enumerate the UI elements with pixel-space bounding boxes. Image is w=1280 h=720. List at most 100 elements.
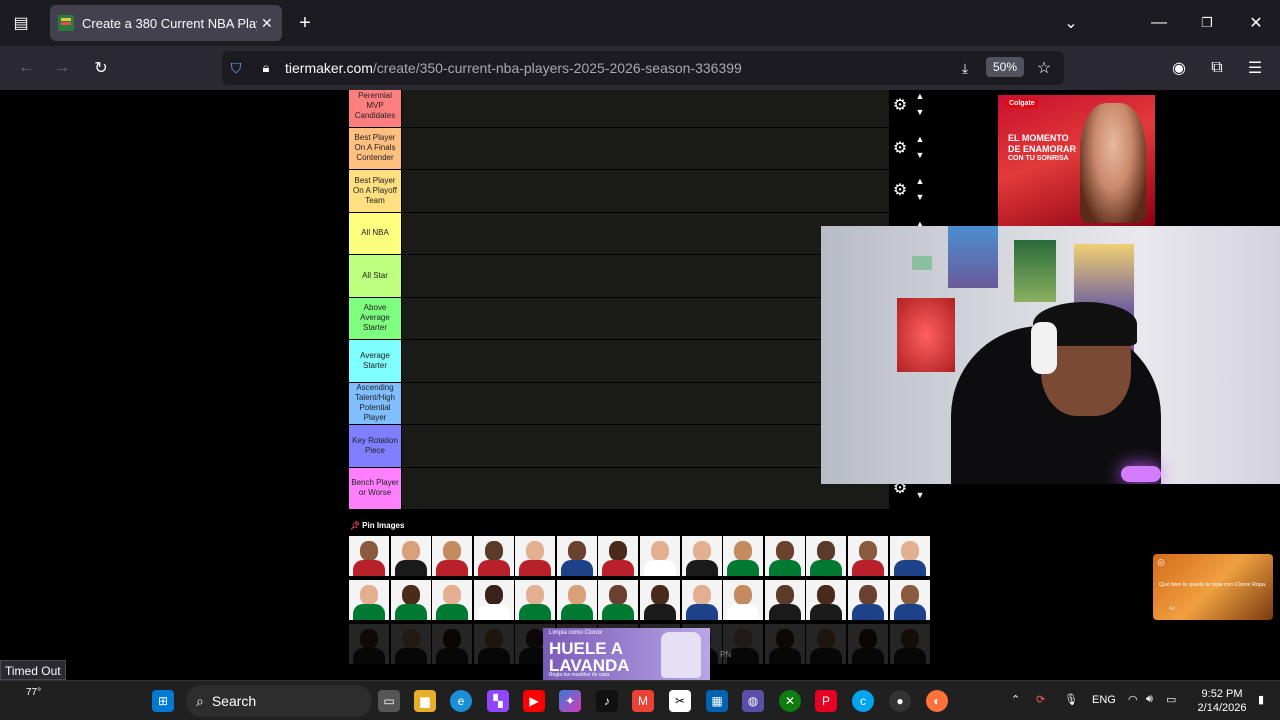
account-icon[interactable]: ◉ [1165, 54, 1193, 82]
language-indicator[interactable]: ENG [1092, 694, 1116, 706]
browser-app-icon[interactable]: c [852, 690, 874, 712]
microphone-icon[interactable]: 🎙︎ [1064, 693, 1078, 706]
tier-settings-gear-icon[interactable]: ⚙ [891, 97, 909, 115]
player-thumbnail[interactable] [889, 536, 930, 576]
extensions-icon[interactable]: ⧉ [1203, 54, 1231, 82]
tier-label[interactable]: All NBA [349, 212, 401, 254]
player-thumbnail[interactable] [889, 624, 930, 664]
tier-drop-zone[interactable] [401, 170, 889, 212]
player-thumbnail[interactable] [681, 580, 722, 620]
player-thumbnail[interactable] [556, 580, 597, 620]
clorox-ad[interactable]: Limpia como Clorox HUELE A LAVANDA Regla … [543, 628, 710, 680]
tier-label[interactable]: All Star [349, 255, 401, 297]
tier-drop-zone[interactable] [401, 255, 889, 297]
tab-overflow-chevron-icon[interactable]: ⌄ [1057, 9, 1085, 37]
ad-unmute-icon[interactable]: ◎ [1155, 556, 1167, 568]
player-thumbnail[interactable] [432, 624, 473, 664]
new-tab-icon[interactable]: + [291, 9, 319, 37]
tier-label[interactable]: Key Rotation Piece [349, 425, 401, 467]
minimize-icon[interactable]: — [1145, 9, 1173, 37]
store-icon[interactable]: ▦ [706, 690, 728, 712]
tier-drop-zone[interactable] [401, 212, 889, 254]
app-icon[interactable]: ◍ [742, 690, 764, 712]
notifications-icon[interactable]: ▮ [1258, 693, 1264, 706]
tab-list-icon[interactable]: ▤ [7, 9, 35, 37]
player-thumbnail[interactable] [473, 580, 514, 620]
file-explorer-icon[interactable]: ▆ [414, 690, 436, 712]
move-tier-up-icon[interactable]: ▲ [913, 134, 927, 144]
colgate-ad[interactable]: Colgate EL MOMENTO DE ENAMORAR CON TU SO… [998, 95, 1155, 226]
player-thumbnail[interactable] [806, 624, 847, 664]
xbox-icon[interactable]: ✕ [779, 690, 801, 712]
move-tier-down-icon[interactable]: ▼ [913, 107, 927, 117]
address-bar[interactable]: ⛉ 🔒︎ tiermaker.com/create/350-current-nb… [222, 51, 1064, 85]
tier-label[interactable]: Above Average Starter [349, 297, 401, 339]
task-view-icon[interactable]: ▭ [378, 690, 400, 712]
player-thumbnail[interactable] [515, 536, 556, 576]
tier-label[interactable]: Best Player On A Playoff Team [349, 170, 401, 212]
tier-drop-zone[interactable] [401, 297, 889, 339]
pin-images-toggle[interactable]: 📌︎ Pin Images [350, 521, 404, 530]
tier-drop-zone[interactable] [401, 425, 889, 467]
player-thumbnail[interactable] [847, 580, 888, 620]
player-thumbnail[interactable] [473, 624, 514, 664]
player-thumbnail[interactable] [847, 624, 888, 664]
player-thumbnail[interactable] [598, 580, 639, 620]
player-thumbnail[interactable] [390, 624, 431, 664]
close-window-icon[interactable]: ✕ [1242, 9, 1270, 37]
player-thumbnail[interactable] [473, 536, 514, 576]
gmail-icon[interactable]: M [632, 690, 654, 712]
player-thumbnail[interactable] [640, 536, 681, 576]
tier-label[interactable]: Perennial MVP Candidates [349, 90, 401, 127]
tier-label[interactable]: Best Player On A Finals Contender [349, 127, 401, 169]
tier-settings-gear-icon[interactable]: ⚙ [891, 182, 909, 200]
player-thumbnail[interactable] [806, 536, 847, 576]
tier-drop-zone[interactable] [401, 90, 889, 127]
tier-label[interactable]: Bench Player or Worse [349, 467, 401, 509]
back-icon[interactable]: ← [12, 54, 40, 82]
player-thumbnail[interactable] [847, 536, 888, 576]
browser-tab[interactable]: Create a 380 Current NBA Players ✕ [50, 5, 282, 41]
forward-icon[interactable]: → [48, 54, 76, 82]
copilot-icon[interactable]: ✦ [559, 690, 581, 712]
volume-icon[interactable]: 🔊︎ [1146, 693, 1153, 706]
player-thumbnail[interactable] [764, 624, 805, 664]
bookmark-star-icon[interactable]: ☆ [1030, 54, 1058, 82]
move-tier-up-icon[interactable]: ▲ [913, 176, 927, 186]
player-thumbnail[interactable] [349, 580, 389, 620]
battery-icon[interactable]: ▭ [1166, 693, 1176, 706]
move-tier-down-icon[interactable]: ▼ [913, 150, 927, 160]
player-thumbnail[interactable] [432, 580, 473, 620]
player-thumbnail[interactable] [640, 580, 681, 620]
player-thumbnail[interactable] [515, 580, 556, 620]
restore-icon[interactable]: ❐ [1193, 9, 1221, 37]
player-thumbnail[interactable] [723, 580, 764, 620]
taskbar-clock[interactable]: 9:52 PM 2/14/2026 [1190, 687, 1254, 715]
twitch-icon[interactable]: ▚ [487, 690, 509, 712]
tier-drop-zone[interactable] [401, 340, 889, 382]
zoom-level-badge[interactable]: 50% [986, 57, 1025, 77]
shield-icon[interactable]: ⛉ [222, 54, 250, 82]
player-thumbnail[interactable] [349, 536, 389, 576]
player-thumbnail[interactable] [390, 580, 431, 620]
save-page-icon[interactable]: ⤓ [951, 54, 979, 82]
tray-chevron-icon[interactable]: ⌃ [1011, 693, 1020, 706]
player-thumbnail[interactable] [723, 536, 764, 576]
player-thumbnail[interactable] [598, 536, 639, 576]
tier-drop-zone[interactable] [401, 467, 889, 509]
sync-icon[interactable]: ⟳ [1036, 693, 1045, 706]
tiktok-icon[interactable]: ♪ [596, 690, 618, 712]
player-thumbnail[interactable] [432, 536, 473, 576]
tier-drop-zone[interactable] [401, 382, 889, 424]
player-thumbnail[interactable] [889, 580, 930, 620]
player-thumbnail[interactable] [390, 536, 431, 576]
move-tier-down-icon[interactable]: ▼ [913, 192, 927, 202]
windows-start-icon[interactable]: ⊞ [152, 690, 174, 712]
youtube-icon[interactable]: ▶ [523, 690, 545, 712]
pinterest-icon[interactable]: P [815, 690, 837, 712]
player-thumbnail[interactable] [349, 624, 389, 664]
edge-icon[interactable]: e [450, 690, 472, 712]
capcut-icon[interactable]: ✂ [669, 690, 691, 712]
obs-icon[interactable]: ● [889, 690, 911, 712]
tab-close-icon[interactable]: ✕ [261, 15, 273, 32]
